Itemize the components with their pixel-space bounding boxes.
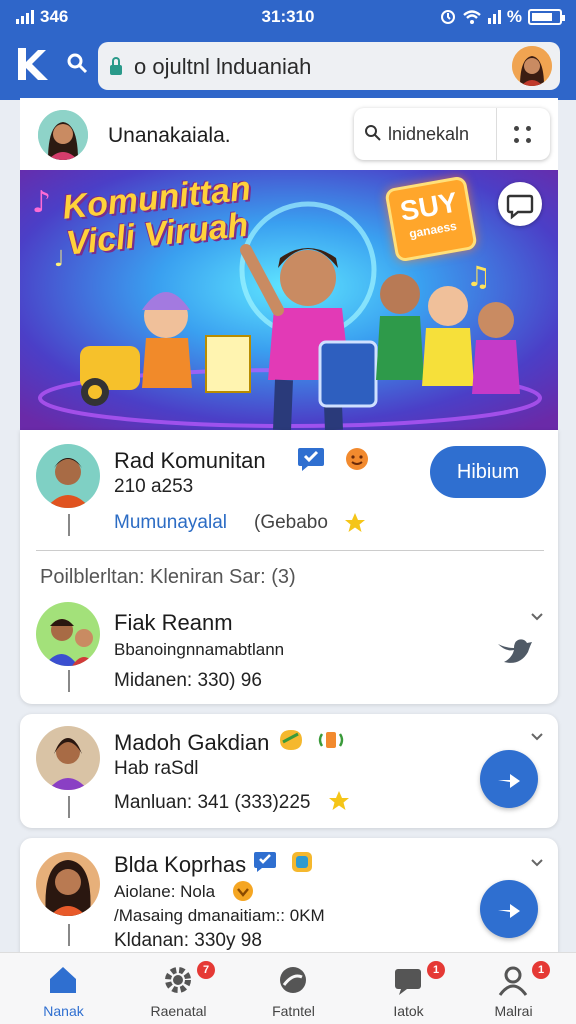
search-divider xyxy=(496,108,497,160)
community-banner: ♪ ♫ ♩ Komunittan Vicli Viruah SUY ganaes… xyxy=(20,170,558,430)
banner-badge: SUY ganaess xyxy=(384,175,478,263)
svg-text:♪: ♪ xyxy=(32,185,51,220)
home-icon xyxy=(50,967,76,993)
divider xyxy=(36,550,544,551)
chat-bubble-button[interactable] xyxy=(498,182,542,226)
gear-icon xyxy=(165,967,191,993)
chevron-down-icon[interactable] xyxy=(530,858,544,868)
search-placeholder: lnidnekaln xyxy=(388,124,470,144)
community-avatar[interactable] xyxy=(38,110,88,160)
sound-icon xyxy=(318,732,344,748)
emoji-icon xyxy=(346,448,368,470)
battery-icon xyxy=(528,9,565,25)
member-stats: Manluan: 341 (333)225 xyxy=(114,792,311,813)
app-icon xyxy=(292,852,312,872)
owner-number: 210 a253 xyxy=(114,476,194,497)
member-detail: Aiolane: Nola xyxy=(114,882,216,901)
nav-settings[interactable]: 7 Raenatal xyxy=(121,953,236,1024)
nav-profile[interactable]: 1 Malrai xyxy=(456,953,571,1024)
thread-line xyxy=(68,924,70,946)
cell-signal-icon xyxy=(487,10,501,24)
explore-icon xyxy=(280,967,306,993)
member-avatar[interactable] xyxy=(36,602,100,666)
community-name: Unanakaiala. xyxy=(108,124,231,147)
member-detail: Bbanoingnnamabtlann xyxy=(114,640,285,659)
nav-home[interactable]: Nanak xyxy=(6,953,121,1024)
community-search[interactable]: lnidnekaln xyxy=(354,108,550,160)
member-stats: Midanen: 330) 96 xyxy=(114,670,262,691)
chat-icon xyxy=(506,194,534,220)
owner-tag: (Gebabo xyxy=(254,512,328,533)
nav-settings-label: Raenatal xyxy=(150,1003,207,1019)
member-detail: Hab raSdl xyxy=(114,758,199,779)
bird-icon[interactable] xyxy=(496,636,534,668)
app-logo-icon[interactable] xyxy=(14,44,54,84)
member-name[interactable]: Fiak Reanm xyxy=(114,610,233,636)
nav-messages[interactable]: 1 Iatok xyxy=(351,953,466,1024)
nav-messages-label: Iatok xyxy=(393,1003,424,1019)
share-arrow-icon xyxy=(498,774,520,788)
thread-line xyxy=(68,796,70,818)
nav-home-label: Nanak xyxy=(43,1003,84,1019)
owner-link[interactable]: Mumunayalal xyxy=(114,512,227,534)
verified-icon xyxy=(254,852,276,872)
wifi-icon xyxy=(463,10,481,24)
notification-badge: 7 xyxy=(197,961,215,979)
lock-icon xyxy=(110,57,122,75)
status-bar: 346 31:310 % xyxy=(0,0,576,34)
community-header: Unanakaiala. lnidnekaln ♪ ♫ ♩ Komunittan… xyxy=(20,98,558,430)
grid-menu-icon[interactable] xyxy=(514,126,532,144)
notification-badge: 1 xyxy=(532,961,550,979)
member-card: Madoh Gakdian Hab raSdl Manluan: 341 (33… xyxy=(20,714,558,828)
app-header: 346 31:310 % o ojultnl lnduaniah xyxy=(0,0,576,100)
nav-explore-label: Fatntel xyxy=(272,1003,315,1019)
community-owner-avatar[interactable] xyxy=(36,444,100,508)
share-button[interactable] xyxy=(480,750,538,808)
alarm-icon xyxy=(440,10,455,24)
owner-name[interactable]: Rad Komunitan xyxy=(114,448,266,474)
svg-text:♫: ♫ xyxy=(466,260,491,293)
badge-icon xyxy=(233,881,253,901)
nav-profile-label: Malrai xyxy=(494,1003,533,1019)
url-text: o ojultnl lnduaniah xyxy=(134,54,312,79)
profile-avatar[interactable] xyxy=(512,46,552,86)
member-card: Blda Koprhas Aiolane: Nola /Masaing dman… xyxy=(20,838,558,958)
search-icon[interactable] xyxy=(66,52,88,74)
share-button[interactable] xyxy=(480,880,538,938)
nav-explore[interactable]: Fatntel xyxy=(236,953,351,1024)
member-avatar[interactable] xyxy=(36,852,100,916)
address-bar[interactable]: o ojultnl lnduaniah xyxy=(98,42,560,90)
bottom-navigation: Nanak 7 Raenatal Fatntel 1 Iatok 1 Malra… xyxy=(0,952,576,1024)
notification-badge: 1 xyxy=(427,961,445,979)
share-arrow-icon xyxy=(498,904,520,918)
battery-percent: % xyxy=(506,7,522,26)
member-name[interactable]: Madoh Gakdian xyxy=(114,730,269,756)
member-stats: Kldanan: 330y 98 xyxy=(114,930,262,951)
search-icon xyxy=(365,125,381,141)
member-name[interactable]: Blda Koprhas xyxy=(114,852,246,878)
members-section-title: Poilblerltan: Kleniran Sar: (3) xyxy=(40,566,296,588)
join-button[interactable]: Hibium xyxy=(430,446,546,498)
svg-text:♩: ♩ xyxy=(54,247,64,272)
star-icon xyxy=(345,513,365,532)
thread-line xyxy=(68,514,70,536)
verified-icon xyxy=(298,448,324,471)
message-icon xyxy=(395,969,421,995)
emoji-icon xyxy=(280,730,302,750)
member-avatar[interactable] xyxy=(36,726,100,790)
community-info-card: Rad Komunitan 210 a253 Mumunayalal (Geba… xyxy=(20,430,558,704)
star-icon xyxy=(329,791,349,810)
user-icon xyxy=(498,966,528,996)
member-location: /Masaing dmanaitiam:: 0KM xyxy=(114,906,325,925)
thread-line xyxy=(68,670,70,692)
chevron-down-icon[interactable] xyxy=(530,732,544,742)
chevron-down-icon[interactable] xyxy=(530,612,544,622)
